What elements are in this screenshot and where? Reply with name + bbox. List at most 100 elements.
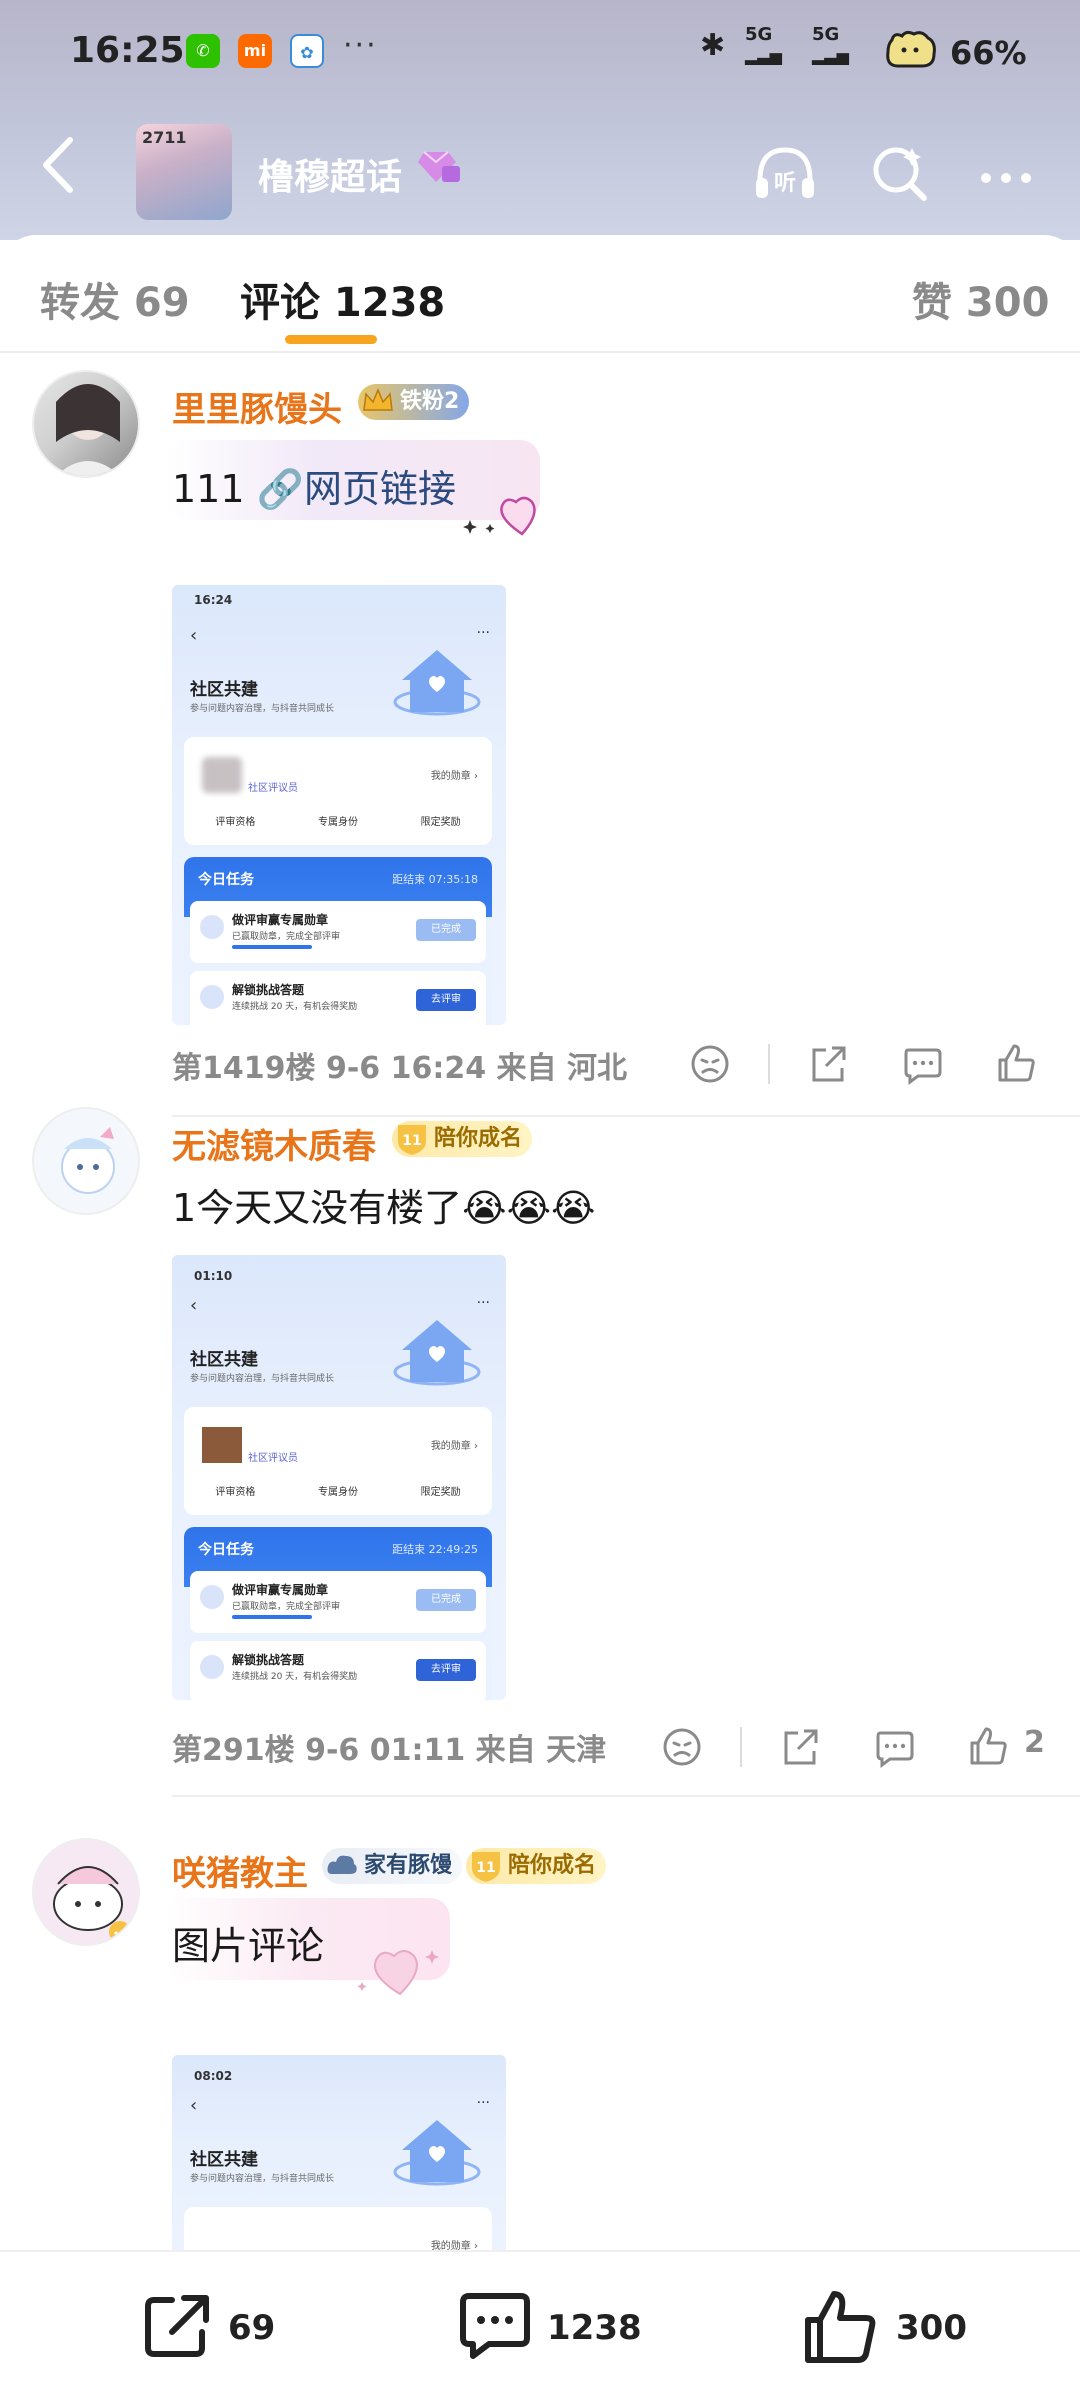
shot-task-item: 做评审赢专属勋章 已赢取勋章，完成全部评审 已完成 [190,901,486,963]
bottom-repost-button[interactable]: 69 [138,2286,298,2366]
floor-number: 第291楼 [172,1733,295,1768]
shot-task-item: 解锁挑战答题 连续挑战 20 天，有机会得奖励 去评审 [190,971,486,1025]
shot-profile-card: 社区评议员 我的勋章 › 评审资格 专属身份 限定奖励 [184,737,492,845]
shot-more-icon: ··· [476,625,490,641]
shot-title: 社区共建 [190,680,258,700]
shot-task-icon [200,985,224,1009]
shot-task-icon [200,1655,224,1679]
mi-icon: mi [238,34,272,68]
repost-icon[interactable] [778,1725,822,1769]
fan-badge[interactable]: 11 陪你成名 [466,1848,607,1884]
avatar[interactable] [32,1107,140,1215]
shot-house-icon [393,650,481,716]
bottom-action-bar: 69 1238 300 [0,2250,1080,2400]
comment-username[interactable]: 无滤镜木质春 [172,1119,376,1168]
shot-title: 社区共建 [190,2150,258,2170]
content-panel: 转发 69 评论 1238 赞 300 里里豚馒头 铁粉2 111 🔗网页链接 … [0,235,1080,2400]
wechat-icon: ✆ [186,34,220,68]
shot-task-title: 解锁挑战答题 [232,983,305,997]
shot-tab: 专属身份 [317,817,358,828]
network-label-1: 5G [745,24,773,45]
status-time: 16:25 [70,30,185,71]
emoji-icon[interactable] [688,1042,732,1086]
comment-time: 9-6 16:24 [325,1051,487,1086]
group-badge[interactable]: 家有豚馒 [322,1848,463,1884]
shot-blurred-avatar [202,757,242,793]
svg-text:11: 11 [402,1133,421,1149]
shot-review-button: 去评审 [416,1659,476,1681]
comment-image[interactable]: 01:10 ‹ ··· 社区共建 参与问题内容治理，与抖音共同成长 社区评议员 … [172,1255,506,1700]
like-count: 2 [1024,1725,1045,1760]
shot-task-item: 做评审赢专属勋章 已赢取勋章，完成全部评审 已完成 [190,1571,486,1633]
shot-tab: 专属身份 [317,1487,358,1498]
shot-task-item: 解锁挑战答题 连续挑战 20 天，有机会得奖励 去评审 [190,1641,486,1700]
shot-task-sub: 已赢取勋章，完成全部评审 [232,1602,341,1612]
comment-icon[interactable] [900,1042,944,1086]
comment-icon[interactable] [872,1725,916,1769]
badge-shield-icon: 11 [398,1125,426,1155]
shot-back-icon: ‹ [190,2095,198,2116]
avatar[interactable] [32,1838,140,1946]
link-icon[interactable]: 🔗 [257,467,304,511]
signal-icon-1: ▂▃▅ [745,46,782,65]
shot-progress-bar [232,1615,312,1619]
more-icon[interactable] [972,138,1042,208]
back-icon[interactable] [30,130,90,200]
listen-icon[interactable]: 听 [750,138,820,208]
search-icon[interactable] [866,138,936,208]
shot-title: 社区共建 [190,1350,258,1370]
web-link[interactable]: 网页链接 [304,467,456,511]
battery-icon [886,30,936,68]
shot-medal-link: 我的勋章 › [430,771,478,782]
shot-task-sub: 已赢取勋章，完成全部评审 [232,932,341,942]
shot-tabs: 评审资格 专属身份 限定奖励 [184,1483,492,1498]
svg-text:听: 听 [774,171,796,196]
bottom-like-button[interactable]: 300 [800,2286,980,2366]
heart-sticker-icon [357,1950,439,1996]
tab-likes[interactable]: 赞 300 [912,270,1049,328]
emoji-icon[interactable] [660,1725,704,1769]
like-icon[interactable] [966,1723,1010,1767]
comment-location: 来自 河北 [496,1051,627,1086]
avatar[interactable] [32,370,140,478]
bottom-comment-button[interactable]: 1238 [455,2286,655,2366]
shot-task-sub: 连续挑战 20 天，有机会得奖励 [232,1002,358,1012]
like-icon[interactable] [994,1040,1038,1084]
comment-text: 图片评论 [172,1924,325,1968]
repost-icon[interactable] [806,1042,850,1086]
comment-username[interactable]: 里里豚馒头 [172,382,342,431]
tab-comments[interactable]: 评论 1238 [240,270,445,328]
fan-badge[interactable]: 11 陪你成名 [392,1121,533,1157]
shot-tabs: 评审资格 专属身份 限定奖励 [184,813,492,828]
fan-level-badge[interactable]: 铁粉2 [358,384,470,420]
badge-label: 陪你成名 [508,1853,597,1878]
badge-label: 铁粉2 [400,389,460,414]
bottom-like-count: 300 [896,2308,967,2348]
topic-title[interactable]: 橹穆超话 [258,148,402,200]
comment-meta: 第291楼 9-6 01:11 来自 天津 [172,1725,606,1769]
shot-done-button: 已完成 [416,919,476,941]
topic-thumbnail[interactable]: 2711 [136,124,232,220]
repost-icon [145,2295,209,2357]
shot-task-title: 今日任务 [198,872,254,888]
comment-divider [172,1795,1080,1797]
comment-username[interactable]: 咲猪教主 [172,1846,308,1895]
shot-subtitle: 参与问题内容治理，与抖音共同成长 [190,704,335,714]
shot-back-icon: ‹ [190,625,198,646]
super-topic-diamond-icon [418,151,460,182]
comment-text: 1今天又没有楼了😭😭😭 [172,1186,596,1230]
comment-image[interactable]: 16:24 ‹ ··· 社区共建 参与问题内容治理，与抖音共同成长 社区评议员 … [172,585,506,1025]
cloud-badge-icon [327,1855,357,1874]
shot-task-panel: 今日任务 距结束 22:49:25 做评审赢专属勋章 已赢取勋章，完成全部评审 … [184,1527,492,1700]
shot-house-icon [393,1320,481,1386]
shot-tab: 限定奖励 [420,1487,461,1498]
floor-number: 第1419楼 [172,1051,316,1086]
shot-pixelated-avatar [202,1427,242,1463]
app-icon: ✿ [290,34,324,68]
bottom-comment-count: 1238 [547,2308,642,2348]
shot-subtitle: 参与问题内容治理，与抖音共同成长 [190,1374,335,1384]
shot-time: 01:10 [194,1269,233,1283]
tab-repost[interactable]: 转发 69 [40,270,190,328]
bottom-repost-count: 69 [228,2308,276,2348]
crown-icon [363,388,393,411]
